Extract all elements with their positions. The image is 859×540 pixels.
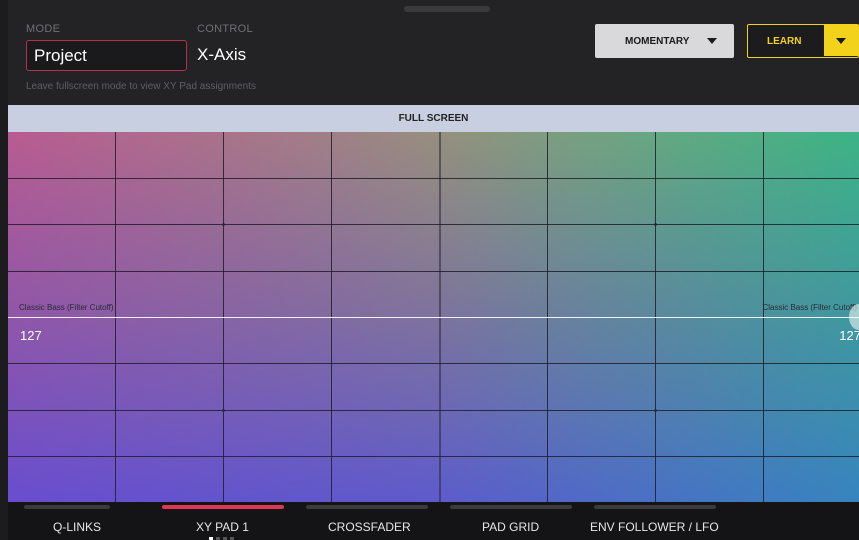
right-axis-label: Classic Bass (Filter Cutoff) (762, 303, 857, 312)
right-axis-value: 127 (839, 328, 859, 343)
tab-crossfader[interactable]: CROSSFADER (328, 520, 411, 534)
momentary-label: MOMENTARY (625, 36, 690, 47)
learn-button[interactable]: LEARN (747, 24, 859, 58)
tab-indicator-env-follower (594, 505, 716, 509)
header-panel: MODE Project CONTROL X-Axis Leave fullsc… (8, 0, 859, 105)
grid-line (8, 224, 859, 225)
xy-pad-screen: MODE Project CONTROL X-Axis Leave fullsc… (0, 0, 859, 540)
tab-indicator-q-links (24, 505, 110, 509)
grid-dot (654, 409, 657, 412)
tab-q-links[interactable]: Q-LINKS (53, 520, 101, 534)
fullscreen-toggle[interactable]: FULL SCREEN (8, 105, 859, 132)
chevron-down-icon (707, 38, 717, 44)
learn-dropdown[interactable] (824, 25, 858, 56)
tab-xy-pad-1[interactable]: XY PAD 1 (196, 520, 249, 534)
control-field[interactable]: X-Axis (197, 45, 246, 65)
left-axis-label: Classic Bass (Filter Cutoff) (19, 303, 114, 312)
grid-line (8, 178, 859, 179)
grid-line (8, 271, 859, 272)
drag-handle[interactable] (404, 6, 490, 12)
mode-field[interactable]: Project (26, 40, 187, 71)
chevron-down-icon (836, 38, 846, 44)
learn-label: LEARN (767, 36, 802, 47)
grid-dot (222, 409, 225, 412)
fullscreen-hint: Leave fullscreen mode to view XY Pad ass… (26, 81, 256, 92)
bottom-tab-bar: Q-LINKS XY PAD 1 CROSSFADER PAD GRID ENV… (8, 502, 859, 540)
control-caption: CONTROL (197, 23, 253, 35)
x-axis-position-line (8, 317, 859, 318)
momentary-dropdown[interactable]: MOMENTARY (595, 24, 734, 58)
grid-line (8, 363, 859, 364)
tab-pad-grid[interactable]: PAD GRID (482, 520, 539, 534)
left-axis-value: 127 (20, 328, 42, 343)
grid-dot (222, 223, 225, 226)
tab-indicator-xy-pad (162, 505, 284, 509)
xy-pad[interactable]: Classic Bass (Filter Cutoff) Classic Bas… (8, 132, 859, 502)
grid-dot (654, 223, 657, 226)
tab-env-follower-lfo[interactable]: ENV FOLLOWER / LFO (590, 520, 719, 534)
grid-line (8, 410, 859, 411)
mode-caption: MODE (26, 23, 61, 35)
tab-indicator-crossfader (306, 505, 428, 509)
fullscreen-label: FULL SCREEN (398, 113, 469, 124)
tab-indicator-pad-grid (450, 505, 572, 509)
grid-line (8, 456, 859, 457)
